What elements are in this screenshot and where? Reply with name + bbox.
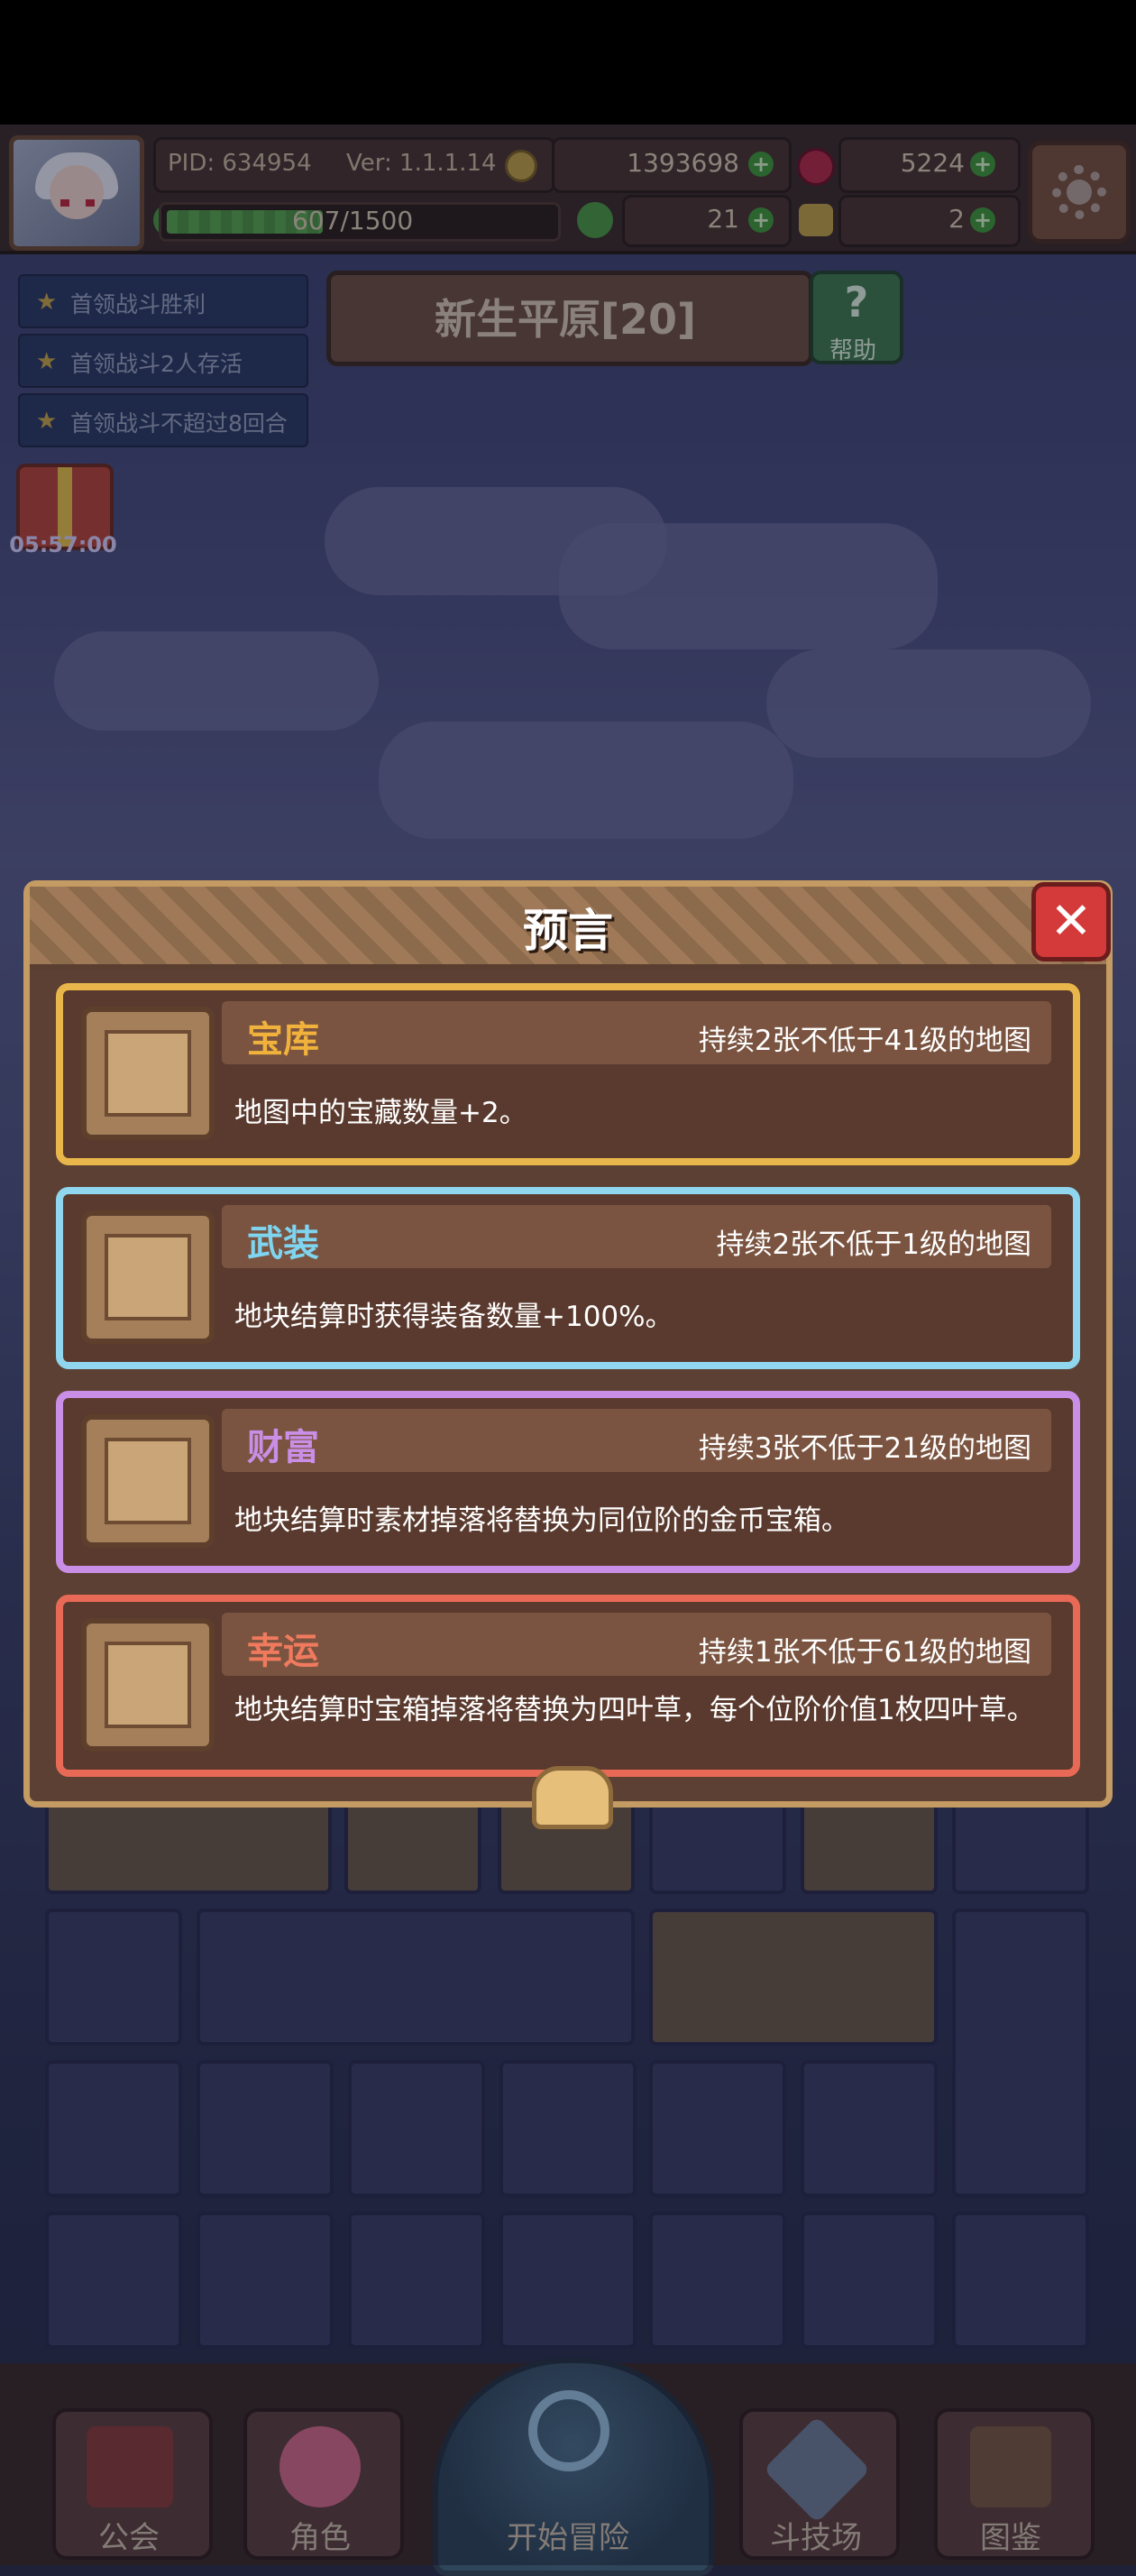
card-description: 地块结算时获得装备数量+100%。	[234, 1301, 673, 1333]
card-description: 地图中的宝藏数量+2。	[234, 1097, 527, 1129]
card-name: 财富	[247, 1427, 319, 1468]
close-icon: ✕	[1049, 892, 1093, 951]
card-description: 地块结算时宝箱掉落将替换为四叶草，每个位阶价值1枚四叶草。	[234, 1694, 1035, 1726]
card-condition: 持续2张不低于1级的地图	[716, 1228, 1031, 1261]
clover-icon	[81, 1618, 215, 1752]
status-bar-area	[0, 0, 1136, 124]
prophecy-card-luck[interactable]: 幸运 持续1张不低于61级的地图 地块结算时宝箱掉落将替换为四叶草，每个位阶价值…	[56, 1595, 1080, 1777]
scroll-icon	[81, 1210, 215, 1344]
dialog-title: 预言	[523, 905, 613, 957]
scroll-icon	[81, 1007, 215, 1140]
prophecy-card-armament[interactable]: 武装 持续2张不低于1级的地图 地块结算时获得装备数量+100%。	[56, 1187, 1080, 1369]
card-name: 幸运	[247, 1631, 319, 1672]
card-condition: 持续3张不低于21级的地图	[698, 1432, 1031, 1465]
card-name: 武装	[247, 1223, 319, 1265]
prophecy-card-treasury[interactable]: 宝库 持续2张不低于41级的地图 地图中的宝藏数量+2。	[56, 983, 1080, 1165]
dialog-ornament	[532, 1766, 613, 1829]
coin-stack-icon	[81, 1414, 215, 1548]
close-button[interactable]: ✕	[1031, 882, 1111, 961]
card-condition: 持续2张不低于41级的地图	[698, 1025, 1031, 1057]
card-condition: 持续1张不低于61级的地图	[698, 1636, 1031, 1669]
prophecy-card-wealth[interactable]: 财富 持续3张不低于21级的地图 地块结算时素材掉落将替换为同位阶的金币宝箱。	[56, 1391, 1080, 1573]
card-description: 地块结算时素材掉落将替换为同位阶的金币宝箱。	[234, 1504, 849, 1537]
card-name: 宝库	[247, 1019, 319, 1061]
